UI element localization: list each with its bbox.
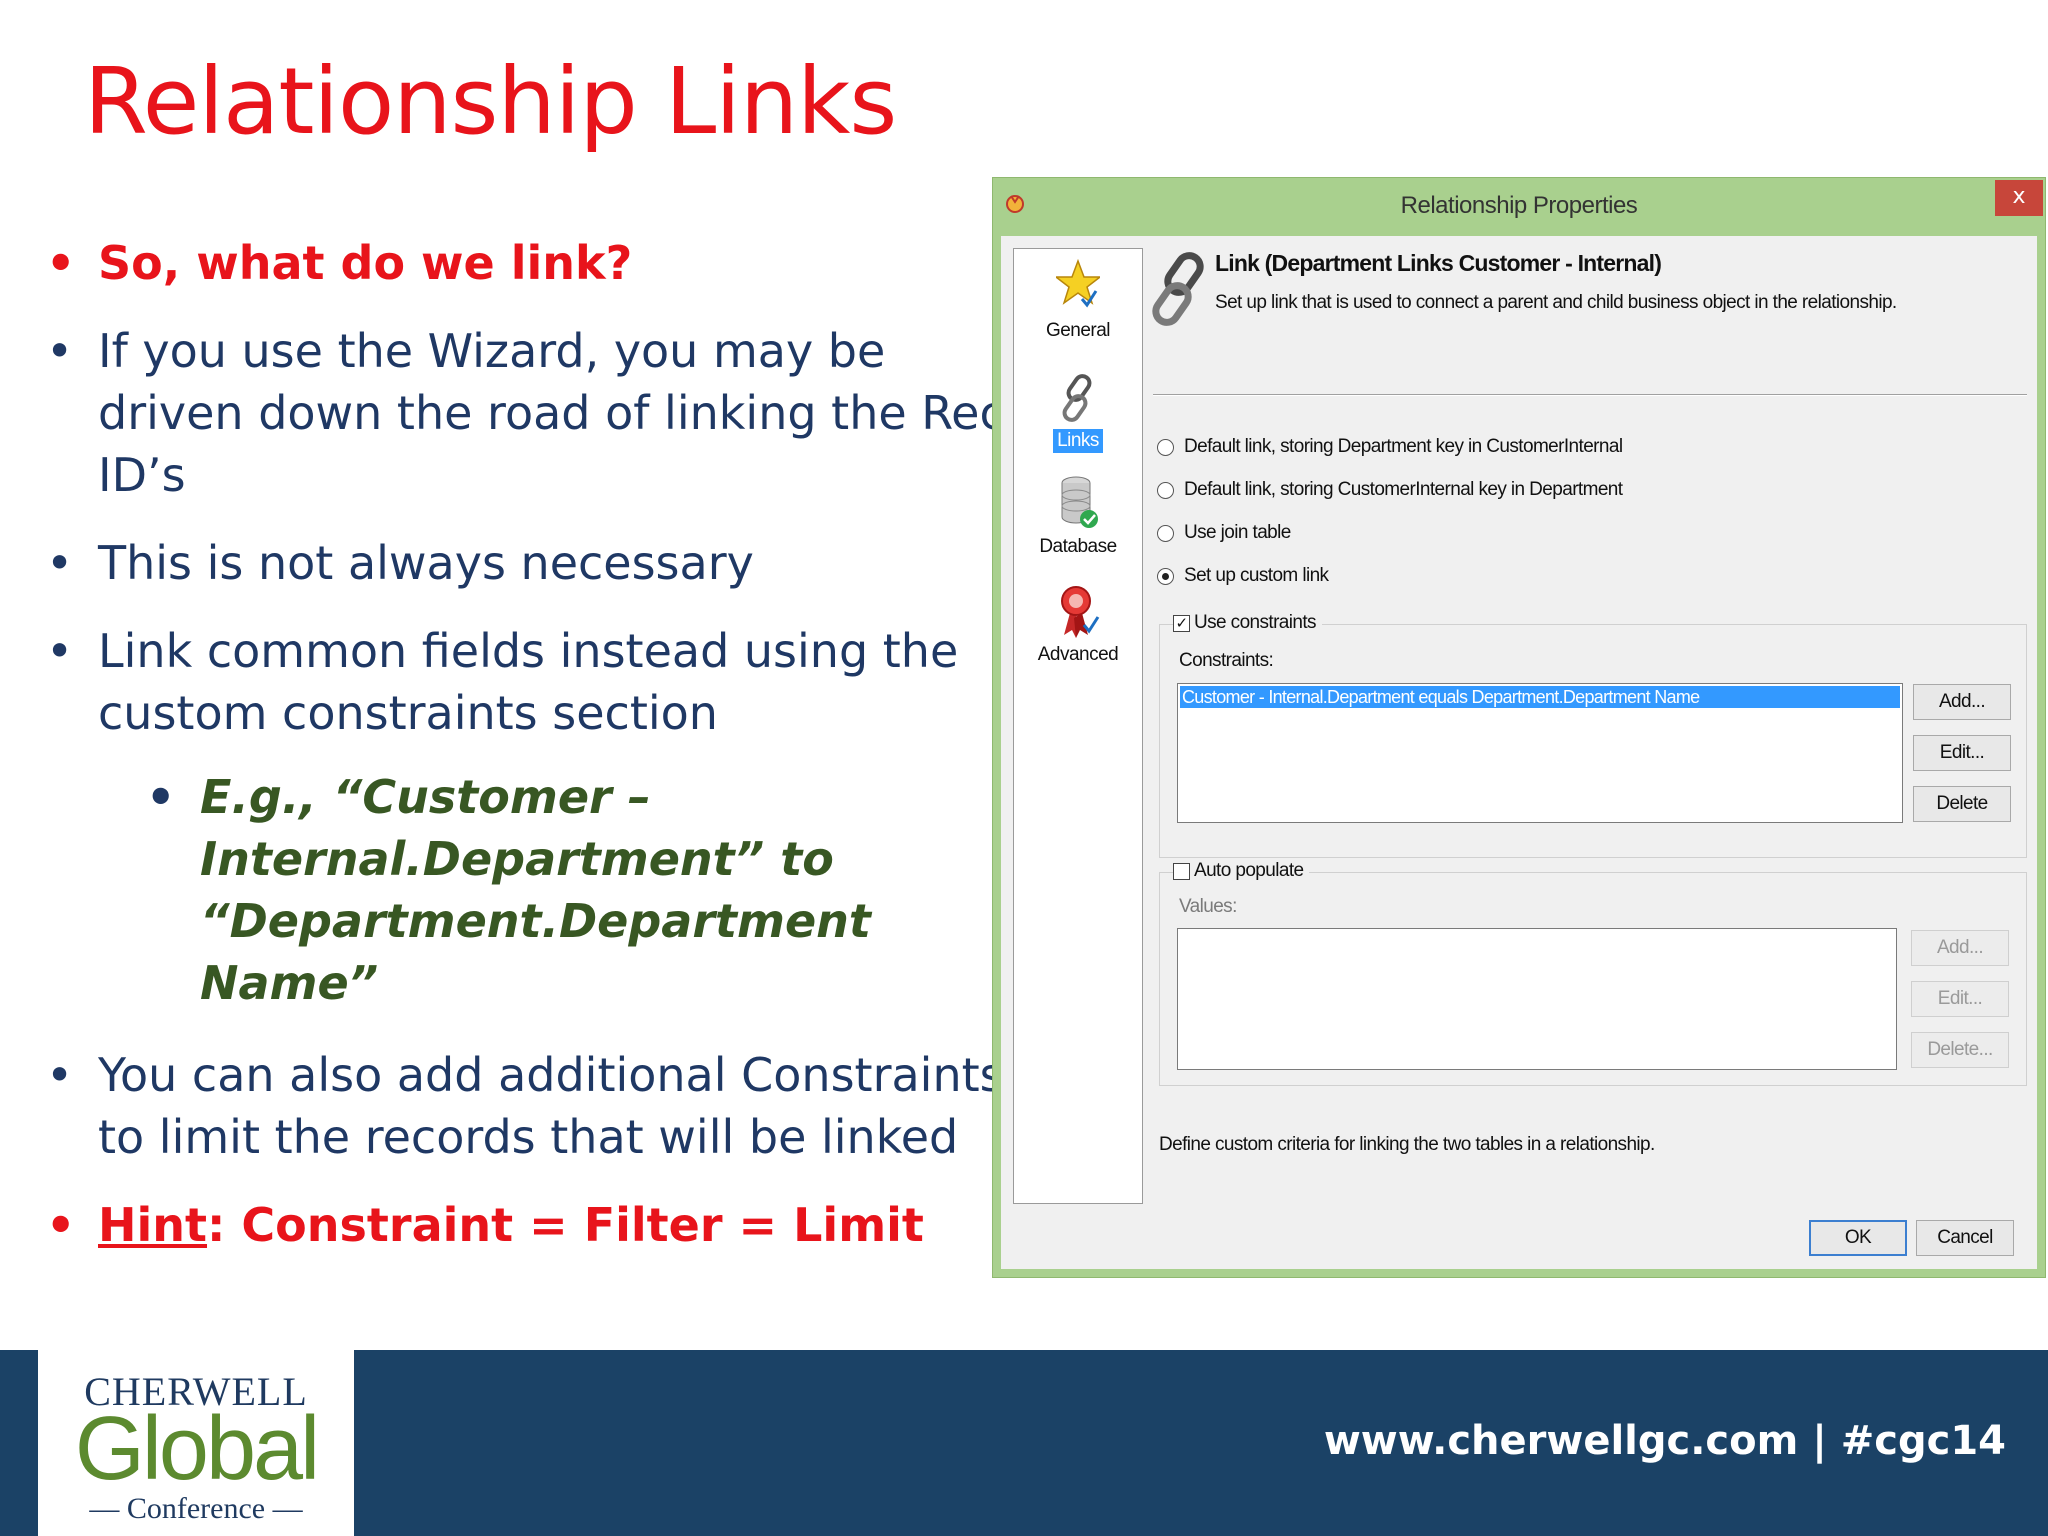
values-list[interactable]: [1177, 928, 1897, 1070]
link-header-icon: [1147, 250, 1213, 336]
nav-item-database[interactable]: Database: [1014, 475, 1142, 559]
close-button[interactable]: x: [1995, 180, 2043, 216]
constraint-item-selected[interactable]: Customer - Internal.Department equals De…: [1180, 686, 1900, 708]
ribbon-award-icon: [1061, 586, 1100, 638]
values-edit-button[interactable]: Edit...: [1911, 981, 2009, 1017]
bullet-list: So, what do we link? If you use the Wiza…: [40, 232, 1020, 1282]
logo-global-text: Global: [74, 1399, 320, 1499]
radio-button[interactable]: [1157, 438, 1174, 456]
nav-label-database: Database: [1039, 536, 1117, 557]
radio-button[interactable]: [1157, 481, 1174, 499]
bullet-example: E.g., “Customer – Internal.Department” t…: [40, 766, 1020, 1014]
chain-link-icon: [1062, 374, 1092, 422]
constraint-edit-button[interactable]: Edit...: [1913, 735, 2011, 771]
slide-title: Relationship Links: [84, 48, 897, 155]
dialog-body: General Links Database Advanced Link (De…: [1001, 236, 2037, 1269]
radio-default-link-department-key[interactable]: Default link, storing Department key in …: [1157, 436, 1623, 458]
use-constraints-checkbox[interactable]: ✓ Use constraints: [1173, 612, 1322, 634]
relationship-properties-dialog: Relationship Properties x General Links …: [992, 177, 2046, 1278]
nav-item-general[interactable]: General: [1014, 259, 1142, 343]
star-icon: [1056, 259, 1100, 308]
header-separator: [1153, 394, 2027, 396]
checkbox-unchecked[interactable]: [1173, 862, 1190, 880]
radio-label: Use join table: [1184, 522, 1291, 543]
radio-label: Default link, storing Department key in …: [1184, 436, 1623, 457]
checkbox-checked[interactable]: ✓: [1173, 614, 1190, 632]
values-label: Values:: [1179, 896, 1237, 917]
database-icon: [1061, 476, 1098, 528]
constraints-list[interactable]: Customer - Internal.Department equals De…: [1177, 683, 1903, 823]
bullet-wizard: If you use the Wizard, you may be driven…: [40, 320, 1020, 506]
radio-label: Set up custom link: [1184, 565, 1329, 586]
values-delete-button[interactable]: Delete...: [1911, 1032, 2009, 1068]
checkbox-label: Auto populate: [1194, 860, 1304, 881]
dialog-title: Relationship Properties: [1400, 192, 1638, 219]
bullet-not-necessary: This is not always necessary: [40, 532, 1020, 594]
bullet-link-common-fields: Link common fields instead using the cus…: [40, 620, 1020, 744]
nav-label-general: General: [1045, 320, 1111, 341]
auto-populate-checkbox[interactable]: Auto populate: [1173, 860, 1310, 882]
radio-button-selected[interactable]: [1157, 567, 1174, 585]
link-header-title: Link (Department Links Customer - Intern…: [1215, 250, 1662, 276]
bullet-what-to-link: So, what do we link?: [40, 232, 1020, 294]
hint-word: Hint: [98, 1198, 208, 1252]
dialog-footer-description: Define custom criteria for linking the t…: [1159, 1134, 1655, 1155]
nav-item-advanced[interactable]: Advanced: [1014, 583, 1142, 667]
radio-label: Default link, storing CustomerInternal k…: [1184, 479, 1623, 500]
cancel-button[interactable]: Cancel: [1916, 1220, 2014, 1256]
logo-conference-text: — Conference —: [89, 1492, 303, 1525]
bullet-hint: Hint: Constraint = Filter = Limit: [40, 1194, 1020, 1256]
nav-label-advanced: Advanced: [1037, 644, 1119, 665]
cherwell-global-conference-logo: CHERWELL Global — Conference —: [38, 1350, 354, 1536]
bullet-additional-constraints: You can also add additional Constraints …: [40, 1044, 1020, 1168]
constraint-add-button[interactable]: Add...: [1913, 684, 2011, 720]
radio-use-join-table[interactable]: Use join table: [1157, 522, 1291, 544]
radio-default-link-customer-key[interactable]: Default link, storing CustomerInternal k…: [1157, 479, 1623, 501]
nav-label-links: Links: [1053, 429, 1103, 453]
values-add-button[interactable]: Add...: [1911, 930, 2009, 966]
hint-text: : Constraint = Filter = Limit: [207, 1198, 924, 1252]
radio-button[interactable]: [1157, 524, 1174, 542]
ok-button[interactable]: OK: [1809, 1220, 1907, 1256]
nav-panel: General Links Database Advanced: [1013, 248, 1143, 1204]
dialog-titlebar[interactable]: Relationship Properties x: [993, 178, 2045, 230]
constraints-label: Constraints:: [1179, 650, 1274, 671]
link-header-description: Set up link that is used to connect a pa…: [1215, 292, 1897, 313]
nav-item-links[interactable]: Links: [1014, 373, 1142, 453]
constraint-delete-button[interactable]: Delete: [1913, 786, 2011, 822]
radio-custom-link[interactable]: Set up custom link: [1157, 565, 1329, 587]
checkbox-label: Use constraints: [1194, 612, 1317, 633]
footer-url-hashtag: www.cherwellgc.com | #cgc14: [1323, 1418, 2006, 1464]
